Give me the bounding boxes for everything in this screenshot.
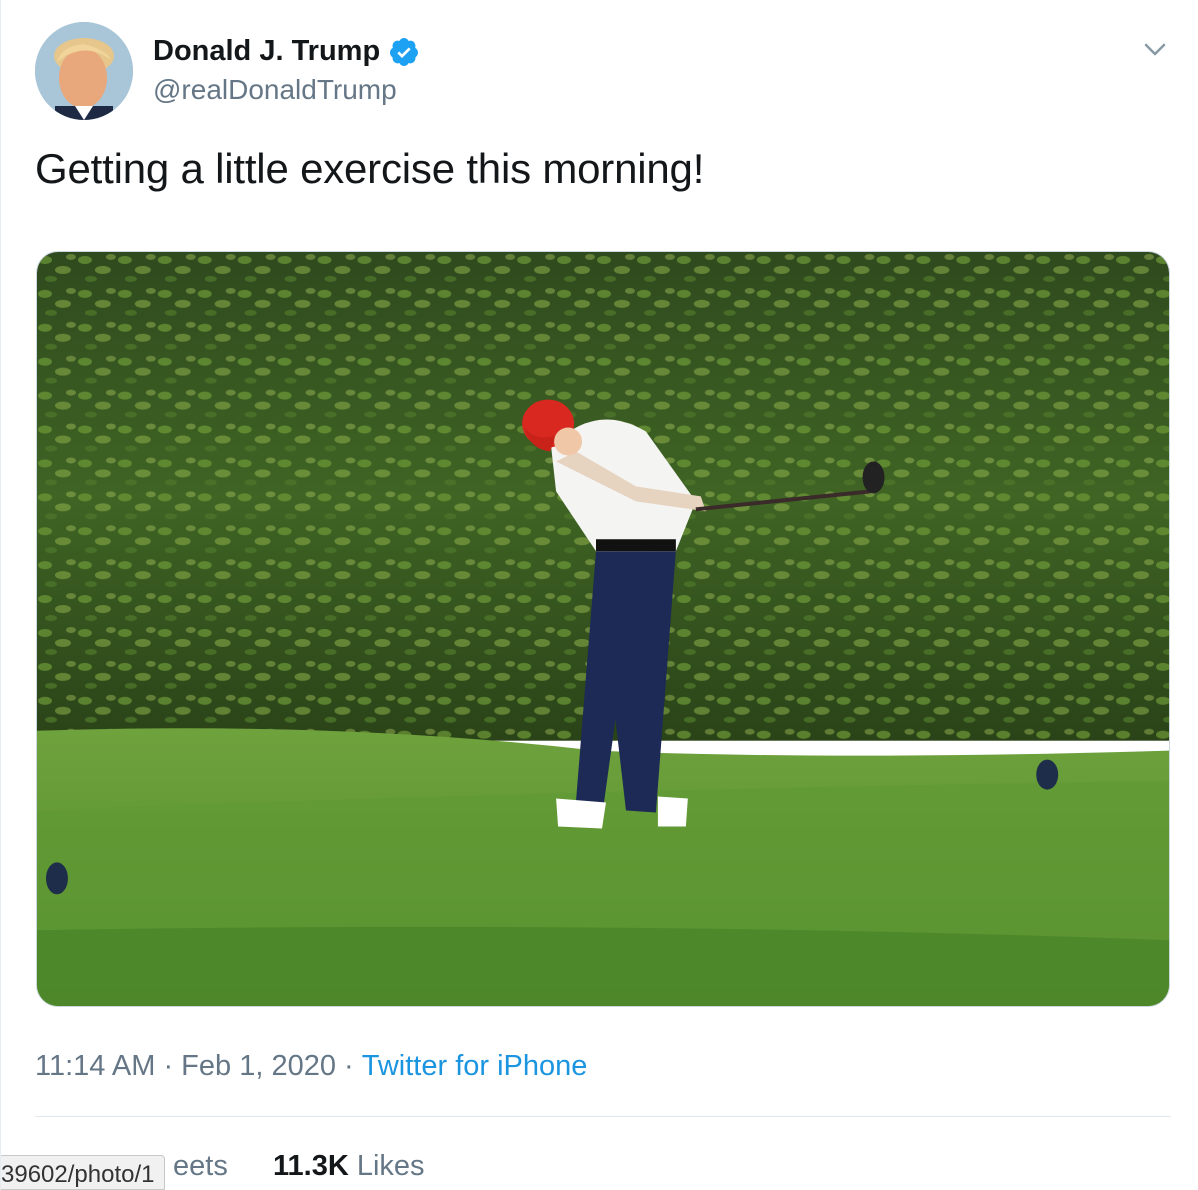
tweet-photo[interactable] (36, 251, 1170, 1007)
tweet-meta: 11:14 AM · Feb 1, 2020 · Twitter for iPh… (35, 1050, 587, 1083)
display-name[interactable]: Donald J. Trump (153, 35, 380, 68)
golf-photo (37, 252, 1169, 1006)
status-bar-url: 39602/photo/1 (1, 1155, 166, 1190)
meta-separator: · (335, 1050, 362, 1082)
tweet-text: Getting a little exercise this morning! (35, 145, 705, 192)
meta-separator: · (155, 1050, 182, 1082)
author-handle[interactable]: @realDonaldTrump (153, 74, 397, 106)
likes-label: Likes (356, 1150, 425, 1182)
tweet-time[interactable]: 11:14 AM (35, 1050, 155, 1083)
likes-stat[interactable]: 11.3K Likes (273, 1150, 425, 1183)
tweet-card: Donald J. Trump @realDonaldTrump Getting… (0, 0, 1198, 1190)
tweet-source-link[interactable]: Twitter for iPhone (362, 1050, 588, 1083)
likes-count: 11.3K (273, 1150, 349, 1182)
avatar[interactable] (35, 22, 133, 120)
verified-badge-icon (390, 37, 419, 66)
chevron-down-icon[interactable] (1142, 36, 1168, 62)
retweets-stat[interactable]: eets (173, 1150, 228, 1183)
tweet-date[interactable]: Feb 1, 2020 (181, 1050, 336, 1083)
author-name-row[interactable]: Donald J. Trump (153, 35, 420, 68)
divider (35, 1116, 1171, 1117)
